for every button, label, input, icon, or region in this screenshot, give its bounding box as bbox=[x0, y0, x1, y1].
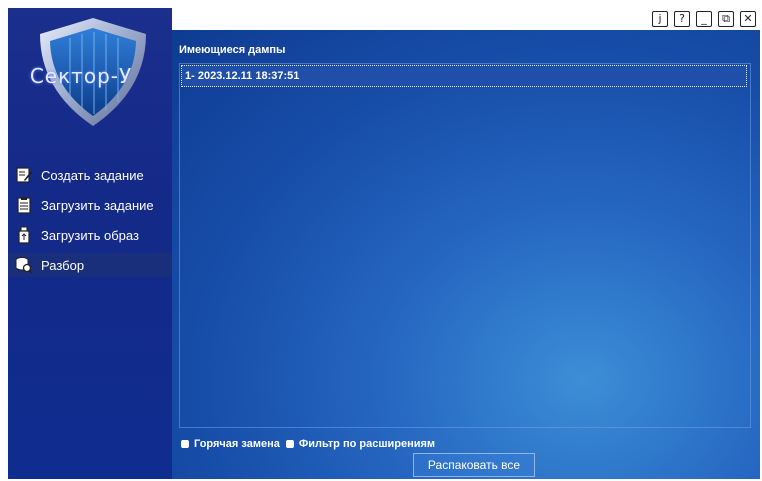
sidebar-item-load-image[interactable]: Загрузить образ bbox=[8, 223, 172, 247]
sidebar-item-label: Загрузить задание bbox=[41, 197, 154, 213]
sidebar-item-create-task[interactable]: Создать задание bbox=[8, 163, 172, 187]
sidebar-item-label: Разбор bbox=[41, 257, 85, 273]
edit-document-icon bbox=[14, 165, 34, 185]
app-window: Сектор-У Создать задание Загрузить задан… bbox=[8, 8, 760, 479]
restore-button[interactable]: ⧉ bbox=[718, 11, 734, 27]
usb-drive-icon bbox=[14, 225, 34, 245]
logo-text: Сектор-У bbox=[29, 64, 133, 88]
options-row: Горячая замена Фильтр по расширениям bbox=[181, 438, 441, 450]
sidebar-item-load-task[interactable]: Загрузить задание bbox=[8, 193, 172, 217]
dump-list[interactable]: 1- 2023.12.11 18:37:51 bbox=[179, 63, 751, 428]
sidebar-item-analysis[interactable]: Разбор bbox=[8, 253, 172, 277]
sidebar-item-label: Загрузить образ bbox=[41, 227, 139, 243]
checkbox-label: Фильтр по расширениям bbox=[298, 438, 436, 450]
task-list-icon bbox=[14, 195, 34, 215]
minimize-button[interactable]: _ bbox=[696, 11, 712, 27]
hot-swap-checkbox[interactable]: Горячая замена bbox=[181, 438, 280, 450]
extension-filter-checkbox[interactable]: Фильтр по расширениям bbox=[285, 438, 436, 450]
list-item[interactable]: 1- 2023.12.11 18:37:51 bbox=[181, 65, 747, 87]
unpack-all-button[interactable]: Распаковать все bbox=[413, 453, 535, 477]
dumps-title: Имеющиеся дампы bbox=[179, 44, 286, 56]
info-button[interactable]: j bbox=[652, 11, 668, 27]
checkbox-box[interactable] bbox=[285, 440, 294, 448]
window-controls: j ? _ ⧉ ✕ bbox=[652, 11, 756, 27]
sidebar-nav: Создать задание Загрузить задание Загруз… bbox=[8, 163, 172, 283]
sidebar: Сектор-У Создать задание Загрузить задан… bbox=[8, 8, 172, 479]
checkbox-label: Горячая замена bbox=[194, 438, 280, 450]
checkbox-box[interactable] bbox=[181, 440, 189, 448]
title-bar: j ? _ ⧉ ✕ bbox=[172, 8, 760, 30]
close-button[interactable]: ✕ bbox=[740, 11, 756, 27]
database-search-icon bbox=[14, 255, 34, 275]
sidebar-item-label: Создать задание bbox=[41, 167, 144, 183]
help-button[interactable]: ? bbox=[674, 11, 690, 27]
main-panel: Имеющиеся дампы 1- 2023.12.11 18:37:51 Г… bbox=[172, 30, 760, 479]
